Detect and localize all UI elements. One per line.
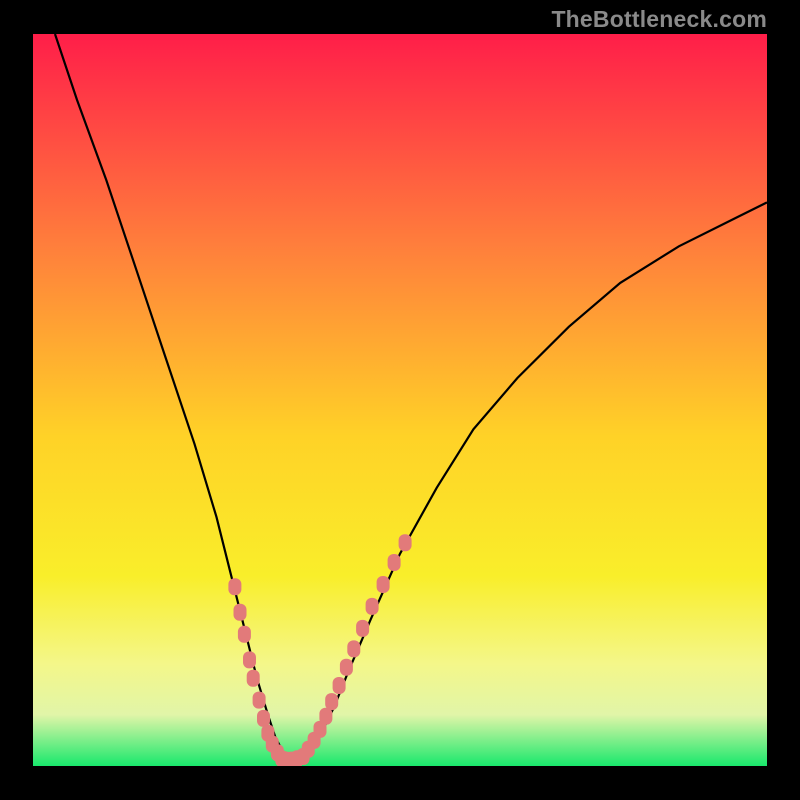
outer-frame: TheBottleneck.com — [0, 0, 800, 800]
marker-dot — [399, 534, 412, 551]
marker-dot — [247, 670, 260, 687]
watermark-text: TheBottleneck.com — [551, 6, 767, 33]
marker-dot — [325, 693, 338, 710]
marker-dot — [388, 554, 401, 571]
marker-dot — [319, 708, 332, 725]
marker-dot — [347, 640, 360, 657]
marker-dot — [356, 620, 369, 637]
marker-dot — [228, 578, 241, 595]
marker-dot — [243, 651, 256, 668]
marker-dot — [333, 677, 346, 694]
plot-area — [33, 34, 767, 766]
marker-dot — [253, 692, 266, 709]
marker-dots — [228, 534, 411, 766]
marker-dot — [257, 710, 270, 727]
marker-dot — [234, 604, 247, 621]
marker-dot — [366, 598, 379, 615]
marker-dot — [238, 626, 251, 643]
chart-svg — [33, 34, 767, 766]
bottleneck-curve — [55, 34, 767, 759]
marker-dot — [340, 659, 353, 676]
marker-dot — [377, 576, 390, 593]
